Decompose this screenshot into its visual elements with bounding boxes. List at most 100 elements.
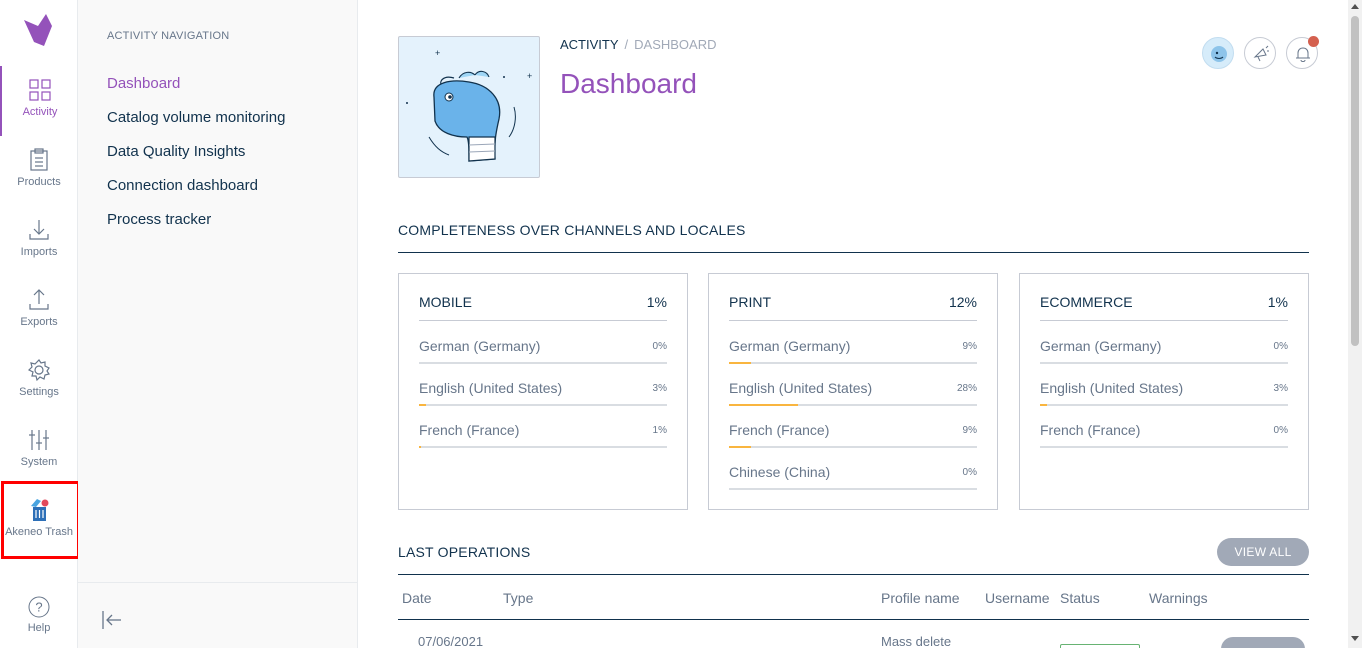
nav-item-products[interactable]: Products <box>0 136 78 206</box>
locale-row: French (France) 0% <box>1040 422 1288 448</box>
sub-nav-link-dashboard[interactable]: Dashboard <box>107 75 180 92</box>
locale-progress-bar <box>729 362 977 364</box>
system-icon <box>29 430 49 450</box>
locale-name: French (France) <box>419 422 520 438</box>
nav-item-exports[interactable]: Exports <box>0 276 78 346</box>
locale-row: English (United States) 3% <box>1040 380 1288 406</box>
channel-card-mobile: MOBILE 1% German (Germany) 0% English (U… <box>398 273 688 510</box>
nav-label-exports: Exports <box>20 316 58 328</box>
column-header-warnings[interactable]: Warnings <box>1149 590 1208 606</box>
nav-item-settings[interactable]: Settings <box>0 346 78 416</box>
locale-progress-bar <box>1040 362 1288 364</box>
locale-percent: 28% <box>956 383 977 394</box>
channel-percent: 1% <box>1267 294 1288 310</box>
nav-label-system: System <box>20 456 58 468</box>
operations-section-title: LAST OPERATIONS <box>398 544 531 560</box>
nav-label-products: Products <box>17 176 61 188</box>
locale-name: English (United States) <box>1040 380 1184 396</box>
breadcrumb-dashboard: DASHBOARD <box>634 37 717 52</box>
imports-icon <box>29 220 49 240</box>
sub-nav-link-data-quality[interactable]: Data Quality Insights <box>107 143 245 160</box>
operations-divider <box>398 574 1309 575</box>
locale-name: German (Germany) <box>1040 338 1162 354</box>
channel-percent: 12% <box>948 294 977 310</box>
svg-text:+: + <box>435 48 440 58</box>
operation-profile-name: Mass delete <box>881 634 952 648</box>
locale-name: French (France) <box>729 422 830 438</box>
locale-row: German (Germany) 0% <box>1040 338 1288 364</box>
page-scrollbar[interactable] <box>1348 0 1362 648</box>
channel-percent: 1% <box>646 294 667 310</box>
progress-fill <box>729 362 752 364</box>
progress-fill <box>729 404 799 406</box>
scrollbar-thumb[interactable] <box>1351 16 1359 346</box>
locale-progress-bar <box>729 488 977 490</box>
locale-name: German (Germany) <box>419 338 541 354</box>
locale-progress-bar <box>1040 446 1288 448</box>
announcements-button[interactable] <box>1244 37 1276 69</box>
locale-name: French (France) <box>1040 422 1141 438</box>
sub-navigation-footer <box>78 582 358 648</box>
trash-highlight-outline <box>1 481 80 559</box>
scroll-down-arrow-icon[interactable] <box>1351 636 1359 641</box>
breadcrumb-activity[interactable]: ACTIVITY <box>560 37 619 52</box>
sub-nav-link-connection-dashboard[interactable]: Connection dashboard <box>107 177 258 194</box>
user-avatar-button[interactable] <box>1202 37 1234 69</box>
products-icon <box>30 148 48 171</box>
nav-item-activity[interactable]: Activity <box>0 66 78 136</box>
collapse-panel-icon[interactable] <box>100 609 122 631</box>
notifications-button[interactable] <box>1286 36 1319 69</box>
activity-icon <box>29 79 51 101</box>
locale-percent: 0% <box>652 341 667 352</box>
locale-percent: 0% <box>962 467 977 478</box>
locale-progress-bar <box>419 446 667 448</box>
svg-text:?: ? <box>35 600 42 615</box>
column-header-profile-name[interactable]: Profile name <box>881 590 960 606</box>
nav-item-imports[interactable]: Imports <box>0 206 78 276</box>
channel-name: ECOMMERCE <box>1040 294 1133 310</box>
locale-progress-bar <box>1040 404 1288 406</box>
notification-badge <box>1308 36 1319 47</box>
locale-percent: 1% <box>652 425 667 436</box>
progress-fill <box>1040 404 1048 406</box>
locale-percent: 0% <box>1273 425 1288 436</box>
locale-row: French (France) 9% <box>729 422 977 448</box>
channel-header: ECOMMERCE 1% <box>1040 294 1288 321</box>
dinosaur-mascot-image: + + <box>406 48 532 162</box>
nav-item-help[interactable]: ? Help <box>0 588 78 634</box>
locale-progress-bar <box>729 446 977 448</box>
locale-percent: 0% <box>1273 341 1288 352</box>
locale-row: German (Germany) 0% <box>419 338 667 364</box>
locale-row: English (United States) 28% <box>729 380 977 406</box>
column-header-type[interactable]: Type <box>503 590 533 606</box>
details-button[interactable] <box>1221 637 1305 648</box>
operation-date: 07/06/2021 <box>418 634 484 648</box>
status-badge <box>1060 644 1140 648</box>
nav-label-help: Help <box>27 622 51 634</box>
locale-percent: 3% <box>1273 383 1288 394</box>
table-header-divider <box>398 619 1309 620</box>
nav-label-activity: Activity <box>22 106 58 118</box>
progress-fill <box>419 446 422 448</box>
channel-name: MOBILE <box>419 294 472 310</box>
sub-nav-link-catalog-volume[interactable]: Catalog volume monitoring <box>107 109 285 126</box>
nav-item-system[interactable]: System <box>0 416 78 486</box>
nav-label-imports: Imports <box>20 246 58 258</box>
locale-progress-bar <box>419 362 667 364</box>
sub-nav-link-process-tracker[interactable]: Process tracker <box>107 211 211 228</box>
column-header-status[interactable]: Status <box>1060 590 1100 606</box>
help-icon: ? <box>28 596 50 618</box>
main-content: + + ACTIVITY / DASHBOARD Dashboard COMPL… <box>358 0 1348 648</box>
view-all-button[interactable]: VIEW ALL <box>1217 538 1309 566</box>
page-title: Dashboard <box>560 68 697 99</box>
scroll-up-arrow-icon[interactable] <box>1351 4 1359 9</box>
locale-name: German (Germany) <box>729 338 851 354</box>
column-header-username[interactable]: Username <box>985 590 1050 606</box>
column-header-date[interactable]: Date <box>402 590 432 606</box>
akeneo-logo[interactable] <box>20 12 56 48</box>
channel-name: PRINT <box>729 294 771 310</box>
locale-progress-bar <box>419 404 667 406</box>
locale-row: English (United States) 3% <box>419 380 667 406</box>
dashboard-illustration: + + <box>398 36 540 178</box>
megaphone-icon <box>1253 45 1269 62</box>
